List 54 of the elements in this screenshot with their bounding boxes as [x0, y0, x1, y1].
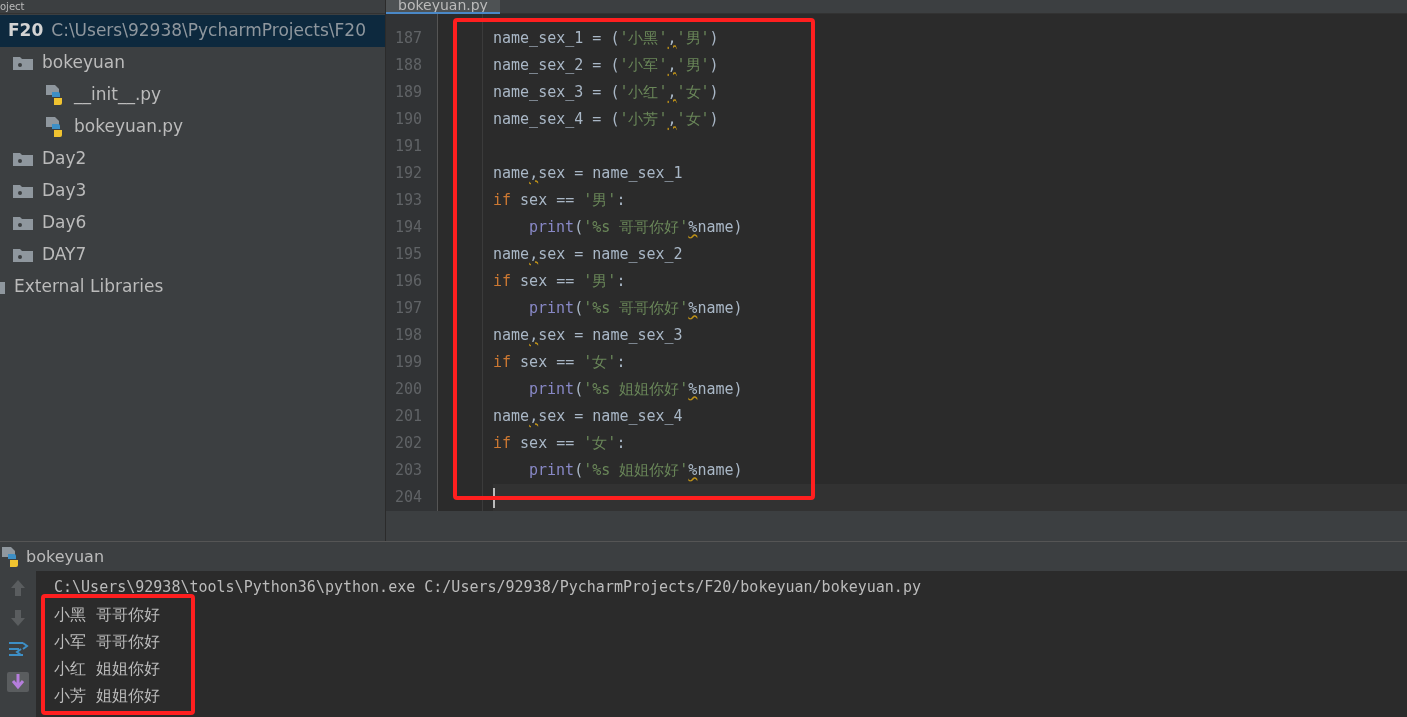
- code-line: name,sex = name_sex_3: [493, 325, 683, 346]
- tree-label: DAY7: [42, 243, 87, 267]
- console-output: 小芳 姐姐你好: [54, 685, 160, 707]
- tree-item[interactable]: F20 C:\Users\92938\PycharmProjects\F20: [0, 15, 385, 47]
- folder-icon: [12, 215, 34, 231]
- tree-item[interactable]: Day3: [0, 175, 385, 207]
- tree-label: __init__.py: [74, 83, 162, 107]
- code-line: name,sex = name_sex_2: [493, 244, 683, 265]
- code-line: if sex == '男':: [493, 190, 626, 211]
- run-title: bokeyuan: [26, 545, 105, 568]
- text-cursor: [493, 487, 495, 508]
- tree-item[interactable]: Day2: [0, 143, 385, 175]
- code-line: if sex == '男':: [493, 271, 626, 292]
- scroll-end-icon[interactable]: [6, 671, 30, 693]
- console-output: 小黑 哥哥你好: [54, 604, 160, 626]
- code-line: print('%s 姐姐你好'%name): [529, 379, 743, 400]
- console-output: 小军 哥哥你好: [54, 631, 160, 653]
- tree-item[interactable]: Day6: [0, 207, 385, 239]
- code-line: if sex == '女':: [493, 352, 626, 373]
- tree-label: Day3: [42, 179, 87, 203]
- folder-icon: [12, 55, 34, 71]
- editor-tab[interactable]: bokeyuan.py: [386, 0, 500, 14]
- wrap-icon[interactable]: [7, 639, 29, 659]
- tree-label: bokeyuan.py: [74, 115, 184, 139]
- tree-label: Day6: [42, 211, 87, 235]
- code-line: print('%s 姐姐你好'%name): [529, 460, 743, 481]
- tree-label: bokeyuan: [42, 51, 125, 75]
- library-icon: [0, 279, 6, 295]
- tree-item[interactable]: DAY7: [0, 239, 385, 271]
- code-line: name_sex_1 = ('小黑','男'): [493, 28, 719, 49]
- code-line: name_sex_2 = ('小军','男'): [493, 55, 719, 76]
- code-line: name,sex = name_sex_1: [493, 163, 683, 184]
- tree-item[interactable]: bokeyuan: [0, 47, 385, 79]
- console-command: C:\Users\92938\tools\Python36\python.exe C:/Users/92938/PycharmProjects/F20/bokeyuan/bokeyuan.py: [54, 577, 922, 598]
- code-line: name_sex_3 = ('小红','女'): [493, 82, 719, 103]
- tree-label: Day2: [42, 147, 87, 171]
- tree-item[interactable]: __init__.py: [0, 79, 385, 111]
- folder-icon: [12, 247, 34, 263]
- project-name: F20: [8, 19, 44, 43]
- panel-header: oject: [0, 0, 25, 13]
- code-line: name_sex_4 = ('小芳','女'): [493, 109, 719, 130]
- tree-item[interactable]: bokeyuan.py: [0, 111, 385, 143]
- code-line: if sex == '女':: [493, 433, 626, 454]
- folder-icon: [12, 183, 34, 199]
- tree-item[interactable]: External Libraries: [0, 271, 385, 303]
- project-path: C:\Users\92938\PycharmProjects\F20: [51, 19, 366, 43]
- code-line: print('%s 哥哥你好'%name): [529, 217, 743, 238]
- tree-label: External Libraries: [14, 275, 164, 299]
- code-line: name,sex = name_sex_4: [493, 406, 683, 427]
- down-arrow-icon[interactable]: [9, 609, 27, 627]
- console-output: 小红 姐姐你好: [54, 658, 160, 680]
- folder-icon: [12, 151, 34, 167]
- code-line: print('%s 哥哥你好'%name): [529, 298, 743, 319]
- up-arrow-icon[interactable]: [9, 579, 27, 597]
